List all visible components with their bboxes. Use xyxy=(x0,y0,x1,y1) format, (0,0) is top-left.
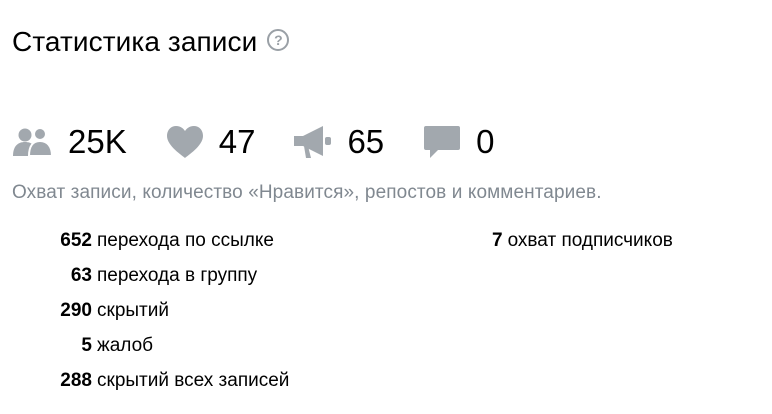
megaphone-icon xyxy=(293,124,333,160)
detail-value: 288 xyxy=(60,370,92,391)
users-icon xyxy=(12,126,54,158)
stats-description: Охват записи, количество «Нравится», реп… xyxy=(12,182,602,203)
reposts-count: 65 xyxy=(347,123,385,160)
detail-link-clicks: 652 перехода по ссылке xyxy=(50,230,289,265)
reach-count: 25K xyxy=(68,123,127,160)
details-list-left: 652 перехода по ссылке 63 перехода в гру… xyxy=(50,230,289,405)
post-statistics-panel: Статистика записи ? 25K 47 65 0 Охват за… xyxy=(0,0,772,414)
detail-hides: 290 скрытий xyxy=(50,300,289,335)
detail-value: 290 xyxy=(60,300,92,321)
stat-likes: 47 xyxy=(165,123,256,161)
stat-reach: 25K xyxy=(12,123,127,161)
heart-icon xyxy=(165,125,205,159)
detail-value: 652 xyxy=(60,230,92,251)
stat-comments: 0 xyxy=(422,123,495,161)
detail-subscriber-reach: 7 охват подписчиков xyxy=(492,230,673,265)
details-list-right: 7 охват подписчиков xyxy=(492,230,673,265)
stat-reposts: 65 xyxy=(293,123,384,161)
question-circle-icon[interactable]: ? xyxy=(267,29,290,51)
stats-row: 25K 47 65 0 xyxy=(12,122,533,162)
comments-count: 0 xyxy=(476,123,495,160)
detail-group-clicks: 63 перехода в группу xyxy=(50,265,289,300)
title-row: Статистика записи ? xyxy=(12,26,290,58)
page-title: Статистика записи xyxy=(12,26,258,57)
detail-reports: 5 жалоб xyxy=(50,335,289,370)
detail-value: 63 xyxy=(70,265,92,286)
detail-value: 7 xyxy=(492,230,503,251)
detail-label: скрытий всех записей xyxy=(97,370,290,391)
detail-hide-all: 288 скрытий всех записей xyxy=(50,370,289,405)
comment-icon xyxy=(422,124,462,160)
detail-label: охват подписчиков xyxy=(507,230,673,251)
detail-label: перехода по ссылке xyxy=(97,230,274,251)
detail-label: перехода в группу xyxy=(97,265,258,286)
detail-label: жалоб xyxy=(97,335,154,356)
detail-label: скрытий xyxy=(97,300,169,321)
detail-value: 5 xyxy=(81,335,92,356)
likes-count: 47 xyxy=(218,123,256,160)
